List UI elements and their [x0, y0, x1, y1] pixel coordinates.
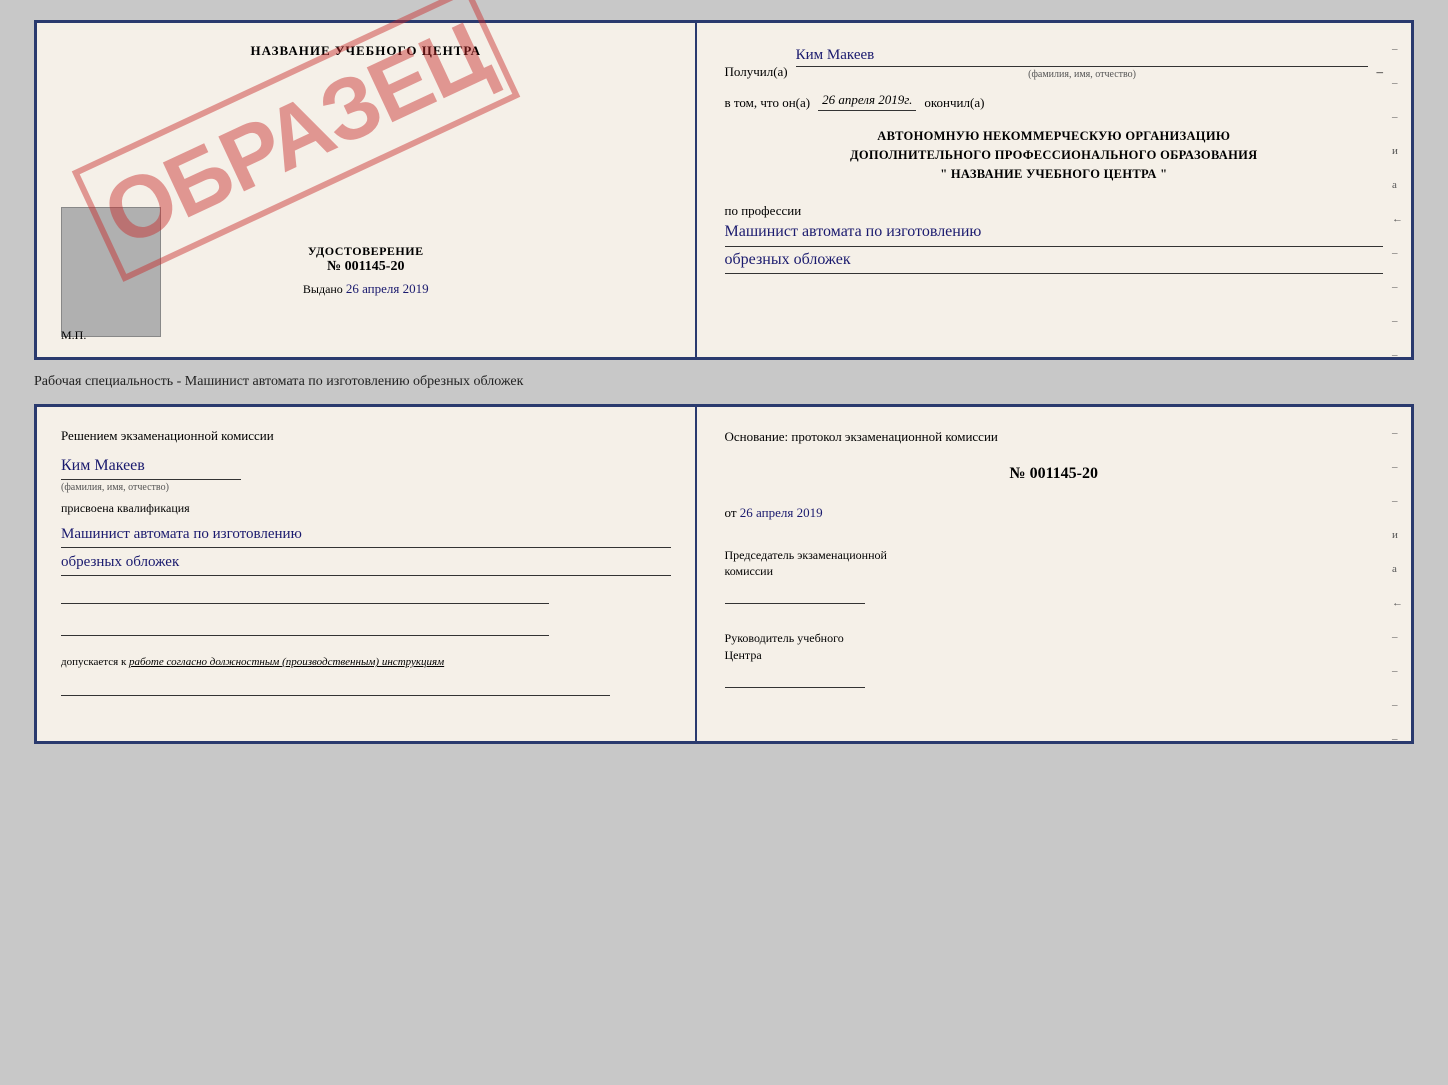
qual-right: Основание: протокол экзаменационной коми…: [697, 407, 1411, 741]
profession-label: по профессии: [725, 203, 1383, 219]
org-line2: ДОПОЛНИТЕЛЬНОГО ПРОФЕССИОНАЛЬНОГО ОБРАЗО…: [725, 146, 1383, 165]
org-line3: " НАЗВАНИЕ УЧЕБНОГО ЦЕНТРА ": [725, 165, 1383, 184]
org-line1: АВТОНОМНУЮ НЕКОММЕРЧЕСКУЮ ОРГАНИЗАЦИЮ: [725, 127, 1383, 146]
osnование-label: Основание: протокол экзаменационной коми…: [725, 427, 1383, 447]
certificate-top: НАЗВАНИЕ УЧЕБНОГО ЦЕНТРА ОБРАЗЕЦ УДОСТОВ…: [34, 20, 1414, 360]
blank-line-1: [61, 588, 549, 604]
director-block: Руководитель учебного Центра: [725, 630, 1383, 692]
fio-sublabel-top: (фамилия, имя, отчество): [796, 69, 1369, 80]
poluchil-label: Получил(а): [725, 64, 788, 80]
doc-number-top: № 001145-20: [37, 259, 695, 275]
separator-label: Рабочая специальность - Машинист автомат…: [34, 372, 1414, 392]
fio-sublabel-bottom: (фамилия, имя, отчество): [61, 482, 671, 493]
profession-value2: обрезных обложек: [725, 249, 1383, 274]
cert-title: НАЗВАНИЕ УЧЕБНОГО ЦЕНТРА: [250, 43, 481, 59]
qual-value1: Машинист автомата по изготовлению: [61, 524, 671, 548]
protocol-number: № 001145-20: [725, 465, 1383, 483]
blank-line-3: [61, 680, 610, 696]
recipient-line: Получил(а) Ким Макеев (фамилия, имя, отч…: [725, 47, 1383, 80]
blank-line-2: [61, 620, 549, 636]
certificate-bottom: Решением экзаменационной комиссии Ким Ма…: [34, 404, 1414, 744]
director-sig-line: [725, 668, 865, 688]
vydano-row: Выдано 26 апреля 2019: [37, 281, 695, 297]
profession-section: по профессии Машинист автомата по изгото…: [725, 199, 1383, 274]
cert-left: НАЗВАНИЕ УЧЕБНОГО ЦЕНТРА ОБРАЗЕЦ УДОСТОВ…: [37, 23, 697, 357]
cert-right: Получил(а) Ким Макеев (фамилия, имя, отч…: [697, 23, 1411, 357]
director-label: Руководитель учебного Центра: [725, 630, 1383, 664]
okonchil-label: окончил(а): [924, 95, 984, 111]
vtom-label: в том, что он(а): [725, 95, 811, 111]
protocol-date-prefix: от: [725, 505, 737, 520]
допускается-value: работе согласно должностным (производств…: [129, 656, 444, 668]
profession-value1: Машинист автомата по изготовлению: [725, 221, 1383, 246]
udostoverenie-label: УДОСТОВЕРЕНИЕ: [37, 244, 695, 259]
chairman-block: Председатель экзаменационной комиссии: [725, 547, 1383, 609]
vydano-label: Выдано: [303, 282, 343, 296]
date-line-top: в том, что он(а) 26 апреля 2019г. окончи…: [725, 92, 1383, 111]
допускается-label: допускается к: [61, 656, 126, 668]
mp-label: М.П.: [61, 328, 86, 343]
org-block: АВТОНОМНУЮ НЕКОММЕРЧЕСКУЮ ОРГАНИЗАЦИЮ ДО…: [725, 127, 1383, 183]
chairman-sig-line: [725, 584, 865, 604]
protocol-date: от 26 апреля 2019: [725, 505, 1383, 521]
qual-section: Машинист автомата по изготовлению обрезн…: [61, 524, 671, 576]
decision-text: Решением экзаменационной комиссии: [61, 427, 671, 445]
vydano-date: 26 апреля 2019: [346, 281, 429, 296]
qual-left: Решением экзаменационной комиссии Ким Ма…: [37, 407, 697, 741]
assigned-text: присвоена квалификация: [61, 501, 671, 516]
protocol-date-value: 26 апреля 2019: [740, 505, 823, 520]
допускается-block: допускается к работе согласно должностны…: [61, 656, 671, 668]
date-value-top: 26 апреля 2019г.: [818, 92, 916, 111]
decision-name: Ким Макеев: [61, 457, 671, 475]
right-edge-lines: – – – и а ← – – – –: [1392, 43, 1403, 361]
qual-value2: обрезных обложек: [61, 552, 671, 576]
udostoverenie-block: УДОСТОВЕРЕНИЕ № 001145-20 Выдано 26 апре…: [37, 244, 695, 297]
chairman-label: Председатель экзаменационной комиссии: [725, 547, 1383, 581]
recipient-name: Ким Макеев: [796, 47, 1369, 67]
bottom-edge-lines: – – – и а ← – – – –: [1392, 427, 1403, 745]
